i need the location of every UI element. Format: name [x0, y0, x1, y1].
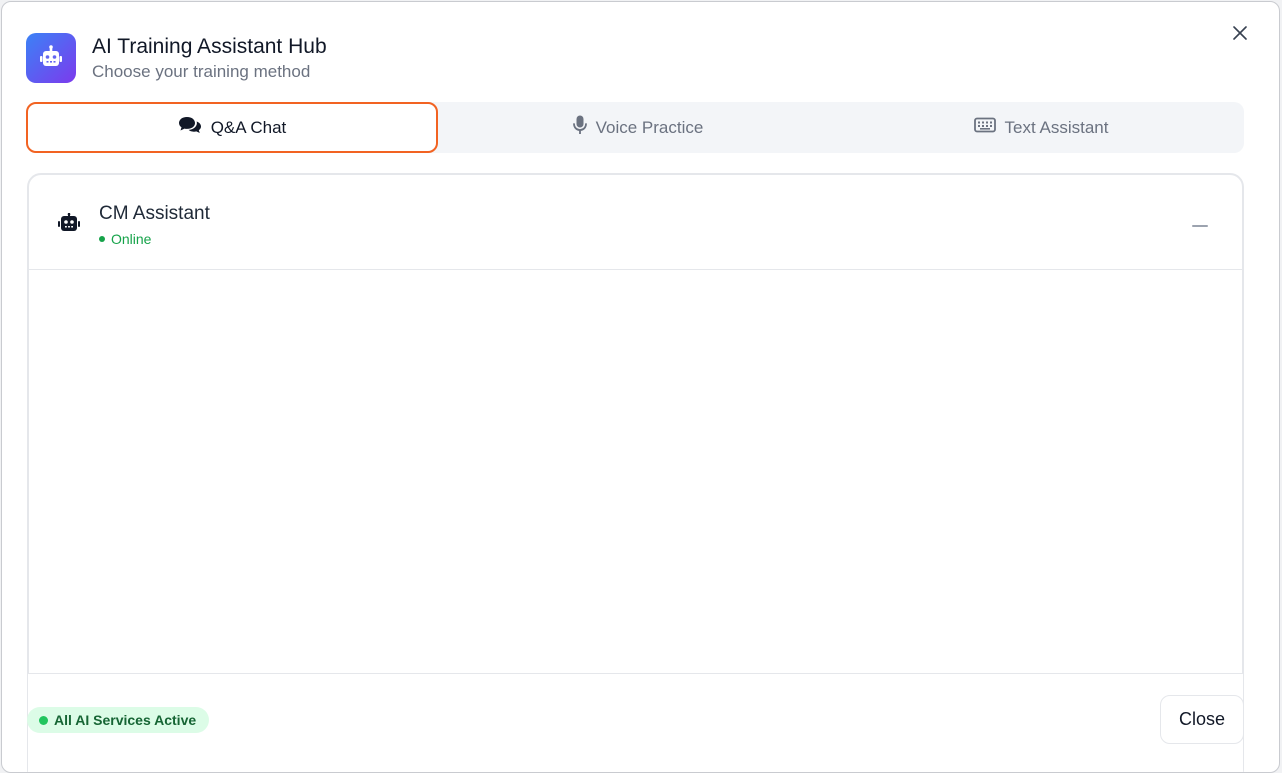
modal-subtitle: Choose your training method — [92, 61, 311, 81]
modal-header: AI Training Assistant Hub Choose your tr… — [26, 33, 327, 83]
training-hub-modal: AI Training Assistant Hub Choose your tr… — [1, 1, 1280, 773]
tab-label: Q&A Chat — [210, 117, 287, 137]
chat-bubbles-icon — [178, 116, 202, 139]
footer — [28, 674, 1243, 772]
training-method-tabs: Q&A Chat Voice Practice Text Assistant — [26, 102, 1244, 153]
online-status: Online — [99, 231, 151, 247]
status-label: Online — [111, 231, 152, 247]
chat-header: CM Assistant Online — [29, 175, 1242, 270]
close-x-icon[interactable] — [1231, 24, 1249, 42]
footer-divider — [28, 673, 1243, 674]
services-status-label: All AI Services Active — [54, 712, 197, 728]
status-dot-icon — [39, 715, 48, 725]
keyboard-icon — [973, 117, 996, 138]
robot-logo-icon — [26, 33, 76, 83]
robot-icon — [57, 212, 81, 238]
microphone-icon — [572, 115, 587, 140]
minimize-icon[interactable] — [1192, 217, 1208, 233]
chat-messages-area — [29, 270, 1242, 670]
tab-qa-chat[interactable]: Q&A Chat — [26, 102, 438, 153]
close-button[interactable]: Close — [1160, 695, 1244, 744]
tab-label: Text Assistant — [1004, 117, 1109, 137]
status-dot-icon — [99, 236, 105, 242]
assistant-name: CM Assistant — [99, 203, 210, 224]
tab-voice-practice[interactable]: Voice Practice — [438, 102, 838, 153]
services-status-badge: All AI Services Active — [27, 707, 210, 733]
modal-title: AI Training Assistant Hub — [92, 34, 327, 58]
tab-text-assistant[interactable]: Text Assistant — [838, 102, 1244, 153]
tab-label: Voice Practice — [595, 117, 704, 137]
